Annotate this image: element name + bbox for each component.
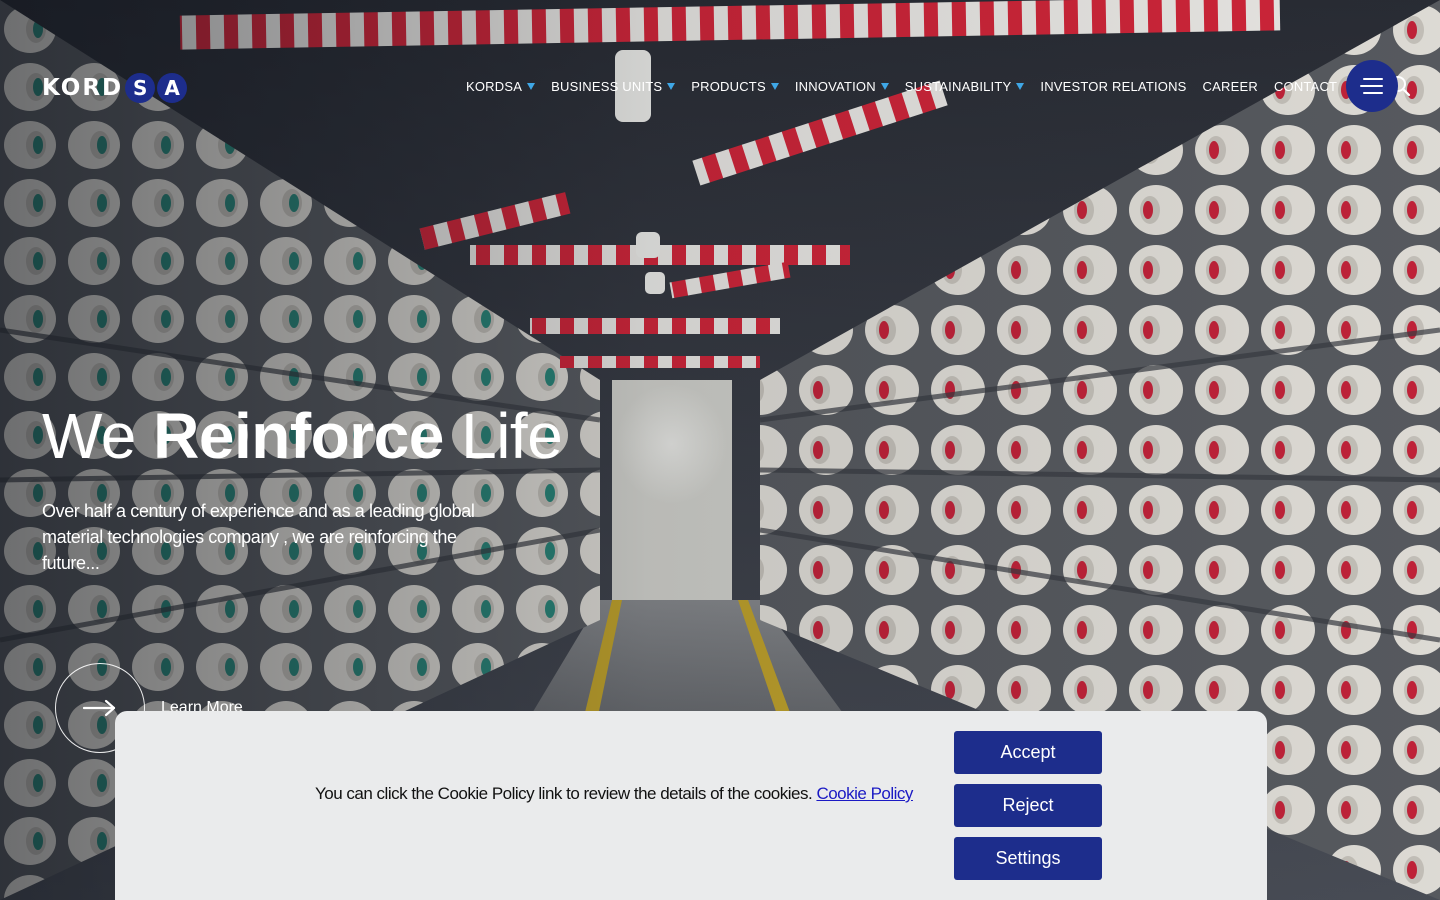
nav-item-career[interactable]: CAREER: [1203, 79, 1258, 94]
logo-circle-a: A: [157, 73, 188, 103]
arrow-right-icon: [83, 699, 116, 717]
logo-text: KORD: [42, 75, 124, 101]
nav-label: CONTACT: [1273, 78, 1338, 94]
hero-title-bold: Reinforce: [153, 400, 444, 472]
menu-icon: [1360, 78, 1383, 94]
cookie-banner: You can click the Cookie Policy link to …: [115, 711, 1267, 900]
nav-item-products[interactable]: PRODUCTS: [691, 79, 779, 94]
caret-down-icon: [770, 82, 779, 90]
cookie-message: You can click the Cookie Policy link to …: [315, 784, 915, 804]
caret-down-icon: [527, 82, 536, 90]
nav-item-investor-relations[interactable]: INVESTOR RELATIONS: [1040, 79, 1186, 94]
nav-label: SUSTAINABILITY: [904, 78, 1012, 94]
caret-down-icon: [880, 82, 889, 90]
nav-label: INVESTOR RELATIONS: [1040, 78, 1187, 94]
nav-item-kordsa[interactable]: KORDSA: [466, 78, 536, 94]
nav-label: KORDSA: [466, 78, 523, 94]
accept-button[interactable]: Accept: [954, 731, 1102, 774]
nav-item-contact[interactable]: CONTACT: [1274, 79, 1337, 94]
logo-circle-s: S: [125, 73, 156, 103]
hero-subtitle: Over half a century of experience and as…: [42, 501, 475, 573]
cookie-policy-link[interactable]: Cookie Policy: [816, 784, 913, 803]
reject-button[interactable]: Reject: [954, 784, 1102, 827]
nav-item-business-units[interactable]: BUSINESS UNITS: [551, 78, 676, 94]
nav-item-sustainability[interactable]: SUSTAINABILITY: [905, 79, 1025, 94]
nav-label: PRODUCTS: [691, 78, 766, 94]
nav-label: BUSINESS UNITS: [551, 78, 663, 94]
hero-title-post: Life: [443, 400, 563, 472]
hero-title: We Reinforce Life: [42, 396, 563, 476]
settings-button[interactable]: Settings: [954, 837, 1102, 880]
caret-down-icon: [1016, 82, 1025, 90]
kordsa-logo[interactable]: KORD S A: [42, 70, 188, 106]
caret-down-icon: [667, 82, 676, 90]
menu-button[interactable]: [1346, 60, 1398, 112]
hero-title-pre: We: [42, 400, 154, 472]
nav-label: CAREER: [1202, 78, 1258, 94]
cookie-message-text: You can click the Cookie Policy link to …: [315, 784, 817, 803]
main-nav: KORDSA BUSINESS UNITS PRODUCTS INNOVATIO…: [466, 71, 1411, 101]
nav-item-innovation[interactable]: INNOVATION: [795, 79, 889, 94]
nav-label: INNOVATION: [794, 78, 876, 94]
page-root: KORD S A KORDSA BUSINESS UNITS PRODUCTS …: [0, 0, 1440, 900]
